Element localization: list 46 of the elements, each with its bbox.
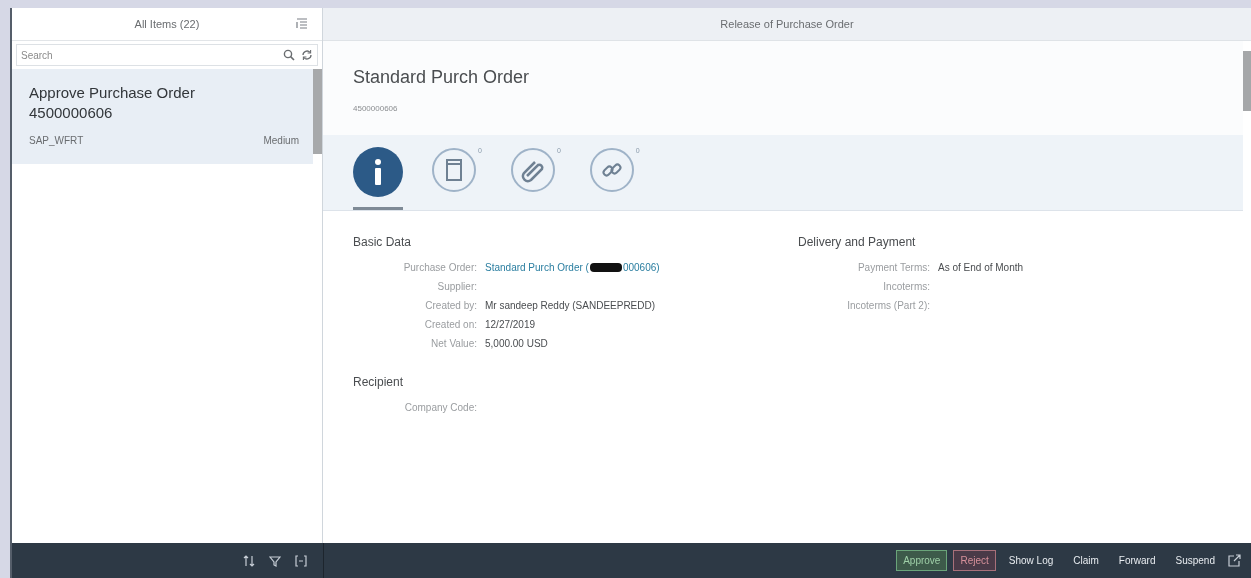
notes-icon (431, 147, 477, 193)
field-label: Supplier: (436, 281, 478, 292)
scrollbar-thumb[interactable] (1243, 51, 1251, 111)
refresh-icon[interactable] (301, 49, 313, 61)
field-value: Mr sandeep Reddy (SANDEEPREDD) (485, 300, 656, 311)
page-title: Release of Purchase Order (720, 18, 854, 30)
scrollbar-thumb[interactable] (313, 69, 322, 154)
field-value: As of End of Month (938, 262, 1024, 273)
item-title: Approve Purchase Order 4500000606 (29, 83, 196, 123)
icon-tab[interactable] (353, 147, 403, 210)
field-label: Purchase Order: (402, 262, 478, 273)
paperclip-icon (509, 147, 556, 193)
share-icon[interactable] (1228, 554, 1241, 567)
field-label: Net Value: (430, 338, 478, 349)
section-title: Recipient (353, 375, 405, 389)
field-label: Payment Terms: (856, 262, 931, 273)
filter-icon[interactable] (269, 554, 281, 567)
list-item[interactable]: Approve Purchase Order 4500000606 SAP_WFRT Medium (12, 69, 313, 164)
action-button[interactable]: Forward (1111, 550, 1163, 571)
field-label: Company Code: (403, 402, 478, 413)
action-button[interactable]: Reject (953, 550, 996, 571)
action-button[interactable]: Approve (896, 550, 948, 571)
field-label: Incoterms: (882, 281, 931, 292)
purchase-order-link[interactable]: Standard Purch Order ( 000606) (485, 262, 660, 273)
group-icon[interactable] (295, 554, 307, 567)
object-number: 4500000606 (353, 104, 399, 113)
link-icon (588, 147, 635, 193)
section-title: Basic Data (353, 235, 413, 249)
object-title: Standard Purch Order (353, 67, 531, 88)
action-button[interactable]: Show Log (1001, 550, 1061, 571)
field-value: 5,000.00 USD (485, 338, 548, 349)
field-label: Incoterms (Part 2): (846, 300, 931, 311)
search-field[interactable]: Search (16, 44, 318, 66)
info-icon (353, 147, 403, 197)
sort-icon[interactable] (243, 554, 255, 567)
item-creator: SAP_WFRT (29, 135, 84, 146)
action-button[interactable]: Claim (1066, 550, 1106, 571)
action-button[interactable]: Suspend (1168, 550, 1222, 571)
field-label: Created by: (424, 300, 478, 311)
field-label: Created on: (423, 319, 478, 330)
section-title: Delivery and Payment (798, 235, 917, 249)
search-input[interactable]: Search (21, 49, 277, 61)
list-title: All Items (22) (134, 18, 200, 30)
item-priority: Medium (263, 135, 299, 146)
search-icon[interactable] (283, 49, 295, 61)
field-value: 12/27/2019 (485, 319, 536, 330)
